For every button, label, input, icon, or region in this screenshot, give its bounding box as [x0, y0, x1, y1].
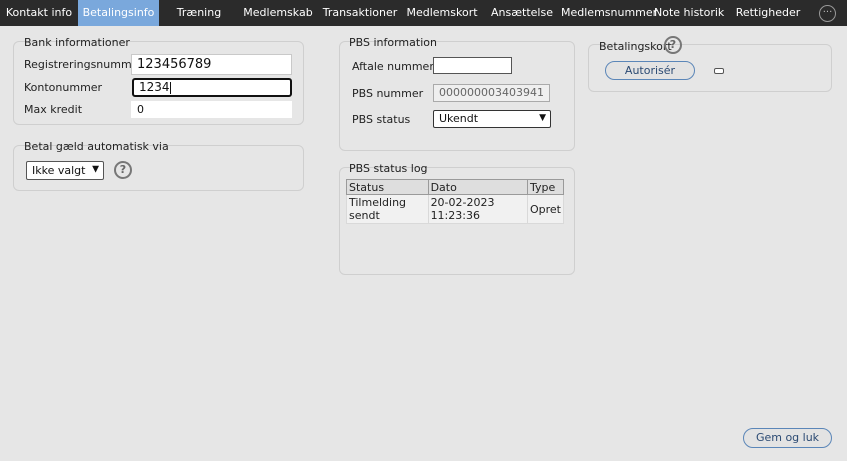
tab-kontakt-info[interactable]: Kontakt info [0, 0, 78, 26]
help-icon[interactable]: ? [114, 161, 132, 179]
cell-status-line1: Tilmelding [349, 196, 407, 209]
tab-note-historik[interactable]: Note historik [654, 0, 724, 26]
authorize-button[interactable]: Autorisér [605, 61, 695, 80]
table-row[interactable]: Tilmelding sendt 20-02-2023 11:23:36 Opret [346, 194, 565, 224]
tab-medlemsnummer[interactable]: Medlemsnummer [561, 0, 657, 26]
cell-status: Tilmelding sendt [346, 194, 429, 224]
max-kredit-value[interactable]: 0 [131, 101, 292, 118]
col-dato: Dato [427, 179, 528, 195]
max-kredit-label: Max kredit [24, 103, 83, 116]
auto-pay-select[interactable]: Ikke valgt ▼ [26, 161, 104, 180]
table-header-row: Status Dato Type [346, 179, 565, 195]
tab-betalingsinfo[interactable]: Betalingsinfo [78, 0, 159, 26]
save-and-close-button[interactable]: Gem og luk [743, 428, 832, 448]
bank-info-title: Bank informationer [24, 36, 130, 49]
tab-bar: Kontakt info Betalingsinfo Træning Medle… [0, 0, 847, 26]
reg-label: Registreringsnummer [24, 58, 143, 71]
tab-rettigheder[interactable]: Rettigheder [733, 0, 803, 26]
pbs-status-label: PBS status [352, 113, 411, 126]
card-status-indicator [714, 68, 724, 74]
cell-dato-line1: 20-02-2023 [430, 196, 495, 209]
pbs-number-field: 000000003403941 [433, 84, 550, 102]
pbs-number-label: PBS nummer [352, 87, 424, 100]
col-status: Status [346, 179, 429, 195]
konto-number-value: 1234 [139, 80, 170, 94]
pbs-status-select[interactable]: Ukendt ▼ [433, 110, 551, 128]
cell-dato-line2: 11:23:36 [430, 209, 480, 222]
pbs-info-title: PBS information [349, 36, 437, 49]
konto-number-input[interactable]: 1234 [132, 78, 292, 97]
text-cursor [169, 81, 171, 94]
cell-type: Opret [526, 194, 565, 224]
tab-ansaettelse[interactable]: Ansættelse [488, 0, 556, 26]
cell-status-line2: sendt [349, 209, 380, 222]
ellipsis-icon[interactable]: ··· [819, 5, 836, 22]
tab-medlemskab[interactable]: Medlemskab [240, 0, 316, 26]
pbs-log-title: PBS status log [349, 162, 428, 175]
cell-dato: 20-02-2023 11:23:36 [427, 194, 528, 224]
tab-medlemskort[interactable]: Medlemskort [404, 0, 480, 26]
auto-pay-selected: Ikke valgt [32, 164, 86, 177]
konto-label: Kontonummer [24, 81, 103, 94]
col-type: Type [526, 179, 565, 195]
chevron-down-icon: ▼ [539, 113, 546, 124]
help-icon[interactable]: ? [664, 36, 682, 54]
aftale-number-input[interactable] [433, 57, 512, 74]
card-title: Betalingskort [599, 40, 672, 53]
aftale-label: Aftale nummer [352, 60, 434, 73]
reg-number-input[interactable]: 123456789 [131, 54, 292, 75]
pbs-status-selected: Ukendt [439, 112, 479, 125]
tab-transaktioner[interactable]: Transaktioner [322, 0, 398, 26]
pbs-log-table: Status Dato Type Tilmelding sendt 20-02-2… [346, 179, 565, 224]
chevron-down-icon: ▼ [92, 164, 99, 175]
tab-traening[interactable]: Træning [170, 0, 228, 26]
auto-pay-title: Betal gæld automatisk via [24, 140, 169, 153]
